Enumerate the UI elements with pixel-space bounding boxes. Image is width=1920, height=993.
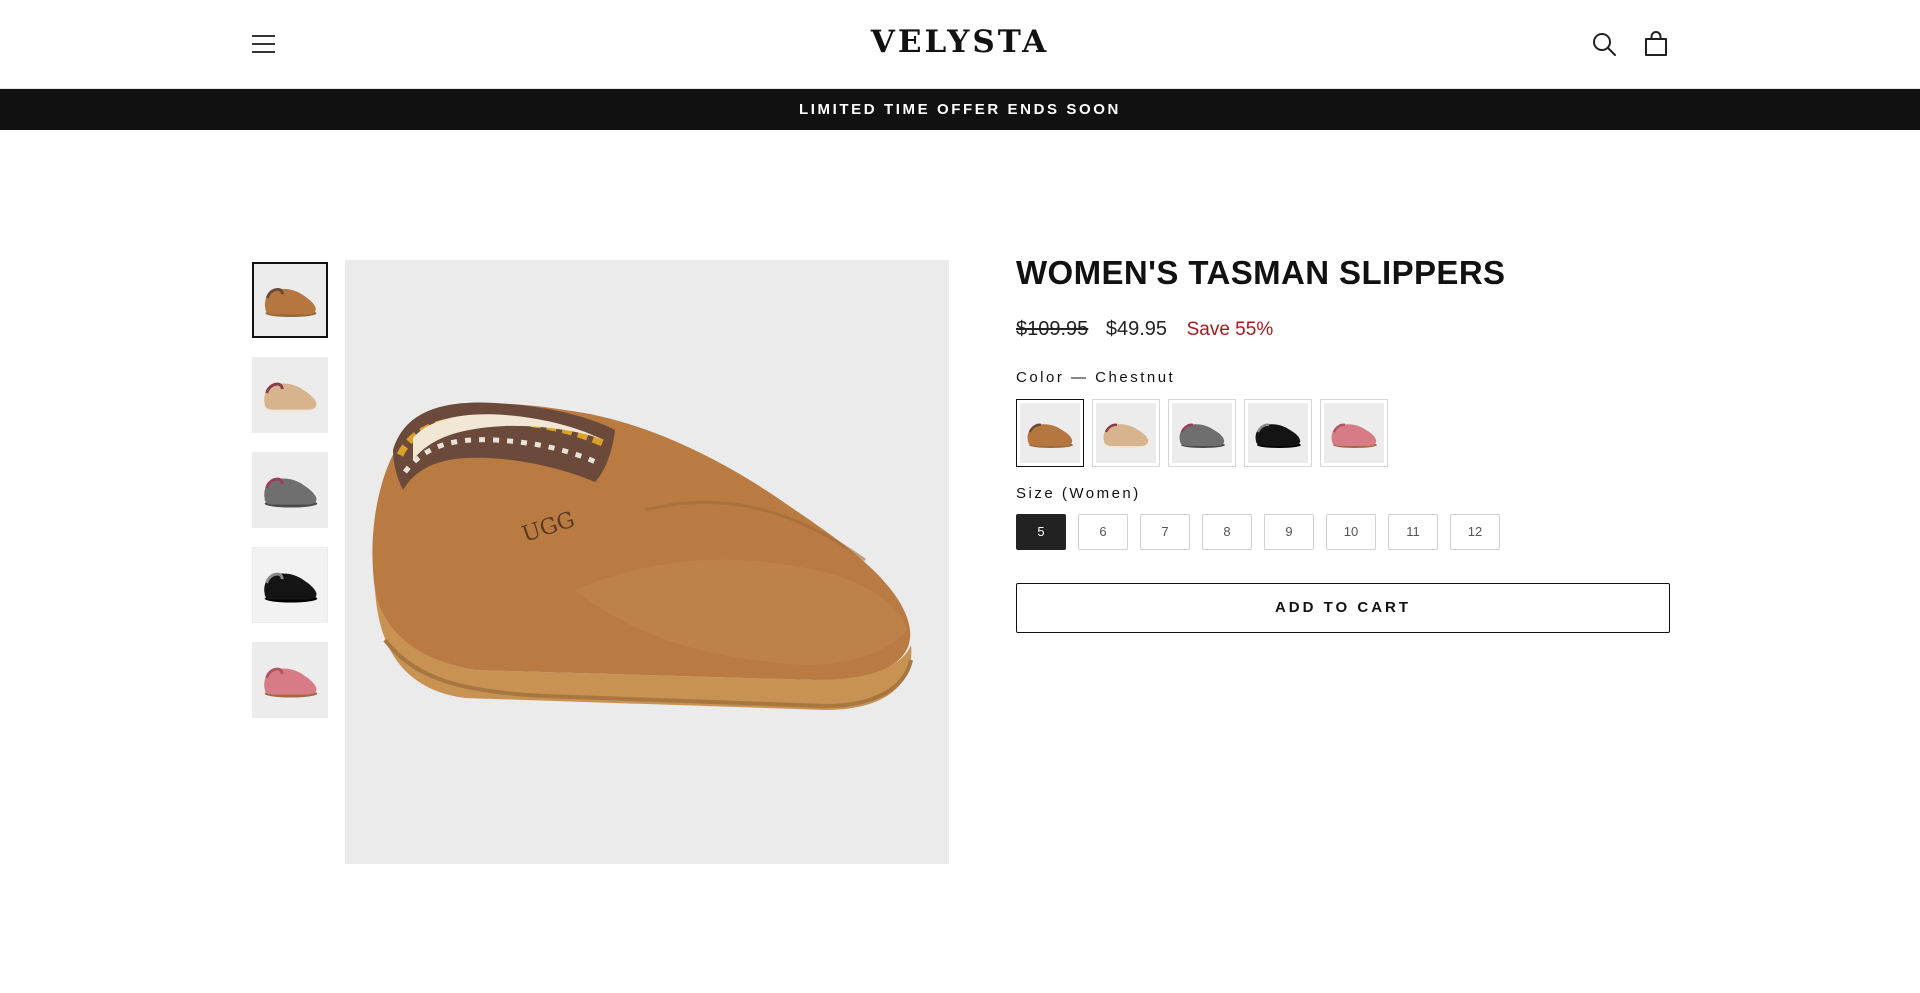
search-icon[interactable] [1591,31,1617,57]
size-option-12[interactable]: 12 [1450,514,1500,550]
thumbnail-pink[interactable] [252,642,328,718]
site-header: VELYSTA [0,0,1920,89]
thumbnail-chestnut[interactable] [252,262,328,338]
color-swatch-chestnut[interactable] [1016,399,1084,467]
save-badge: Save 55% [1186,319,1274,340]
size-option-9[interactable]: 9 [1264,514,1314,550]
color-swatch-grey[interactable] [1168,399,1236,467]
color-swatch-sand[interactable] [1092,399,1160,467]
product-main-image[interactable]: UGG [345,260,949,864]
promo-banner: LIMITED TIME OFFER ENDS SOON [0,89,1920,130]
size-option-11[interactable]: 11 [1388,514,1438,550]
thumbnail-sand[interactable] [252,357,328,433]
thumbnail-grey[interactable] [252,452,328,528]
size-option-8[interactable]: 8 [1202,514,1252,550]
sale-price: $49.95 [1105,318,1168,340]
site-logo: VELYSTA [0,24,1920,60]
product-title: WOMEN'S TASMAN SLIPPERS [1016,254,1506,291]
size-option-6[interactable]: 6 [1078,514,1128,550]
size-option-10[interactable]: 10 [1326,514,1376,550]
thumbnail-black[interactable] [252,547,328,623]
promo-banner-text: LIMITED TIME OFFER ENDS SOON [799,101,1121,118]
color-swatch-black[interactable] [1244,399,1312,467]
color-swatch-pink[interactable] [1320,399,1388,467]
price-row: $109.95 $49.95 Save 55% [1016,318,1273,341]
size-option-5[interactable]: 5 [1016,514,1066,550]
hamburger-menu-icon[interactable] [250,32,278,56]
size-label: Size (Women) [1016,485,1141,502]
original-price: $109.95 [1016,318,1089,340]
logo-text[interactable]: VELYSTA [871,24,1049,60]
size-option-7[interactable]: 7 [1140,514,1190,550]
color-label: Color — Chestnut [1016,369,1176,386]
shopping-bag-icon[interactable] [1643,31,1669,57]
add-to-cart-button[interactable]: ADD TO CART [1016,583,1670,633]
